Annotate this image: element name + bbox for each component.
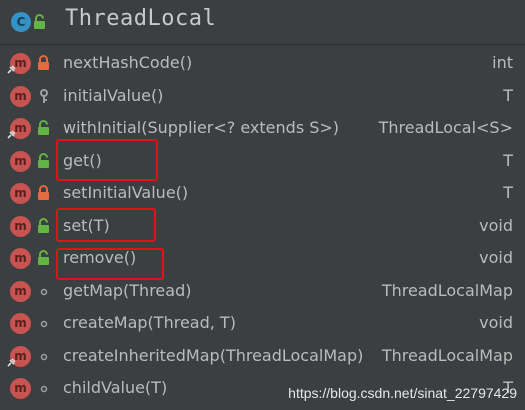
public-lock-icon bbox=[34, 14, 45, 29]
member-name: setInitialValue() bbox=[63, 183, 189, 202]
method-icon: m bbox=[7, 345, 31, 367]
method-icon: m bbox=[10, 378, 31, 399]
member-row[interactable]: m initialValue() T bbox=[0, 80, 525, 113]
member-return-type: int bbox=[492, 53, 513, 72]
member-return-type: ThreadLocal<S> bbox=[378, 118, 513, 137]
method-icon: m bbox=[10, 85, 31, 107]
package-private-icon bbox=[40, 320, 48, 328]
private-lock-icon bbox=[38, 185, 49, 200]
private-lock-icon bbox=[38, 55, 49, 70]
package-private-icon bbox=[40, 353, 48, 360]
public-lock-icon bbox=[38, 217, 49, 233]
method-icon: m bbox=[10, 248, 31, 269]
public-lock-icon bbox=[38, 152, 49, 168]
member-name: nextHashCode() bbox=[63, 53, 193, 72]
member-row[interactable]: m setInitialValue() T bbox=[0, 177, 525, 210]
member-return-type: void bbox=[479, 248, 513, 267]
member-row[interactable]: m nextHashCode() int bbox=[0, 47, 525, 80]
public-lock-icon bbox=[38, 120, 49, 135]
public-lock-icon bbox=[38, 250, 49, 265]
member-return-type: ThreadLocalMap bbox=[381, 345, 513, 365]
package-private-icon bbox=[40, 385, 48, 393]
method-icon: m bbox=[7, 53, 31, 74]
static-pin-icon bbox=[7, 130, 16, 139]
member-name: getMap(Thread) bbox=[63, 280, 192, 300]
member-return-type: T bbox=[503, 85, 513, 105]
method-icon: m bbox=[10, 313, 31, 334]
class-icon: C bbox=[11, 12, 31, 32]
method-icon: m bbox=[10, 280, 31, 302]
static-pin-icon bbox=[7, 65, 16, 74]
member-name: createMap(Thread, T) bbox=[63, 313, 236, 332]
class-title: ThreadLocal bbox=[65, 6, 217, 31]
structure-header: C ThreadLocal bbox=[0, 0, 525, 45]
protected-key-icon bbox=[40, 88, 48, 103]
member-name: createInheritedMap(ThreadLocalMap) bbox=[63, 345, 364, 365]
member-row[interactable]: m createInheritedMap(ThreadLocalMap) Threa… bbox=[0, 340, 525, 373]
highlight-set bbox=[56, 208, 156, 242]
method-icon: m bbox=[10, 183, 31, 204]
member-return-type: void bbox=[479, 215, 513, 235]
member-return-type: void bbox=[479, 313, 513, 332]
package-private-icon bbox=[40, 288, 48, 295]
highlight-remove bbox=[56, 248, 164, 280]
method-icon: m bbox=[7, 118, 31, 139]
member-return-type: T bbox=[503, 150, 513, 170]
static-pin-icon bbox=[7, 357, 16, 367]
member-return-type: T bbox=[503, 183, 513, 202]
member-name: withInitial(Supplier<? extends S>) bbox=[63, 118, 340, 137]
member-name: initialValue() bbox=[63, 85, 164, 105]
watermark: https://blog.csdn.net/sinat_22797429 bbox=[288, 385, 517, 401]
member-name: childValue(T) bbox=[63, 378, 168, 397]
member-return-type: ThreadLocalMap bbox=[381, 280, 513, 300]
method-icon: m bbox=[10, 215, 31, 237]
highlight-get bbox=[56, 139, 158, 181]
member-row[interactable]: m createMap(Thread, T) void bbox=[0, 307, 525, 340]
method-icon: m bbox=[10, 150, 31, 172]
